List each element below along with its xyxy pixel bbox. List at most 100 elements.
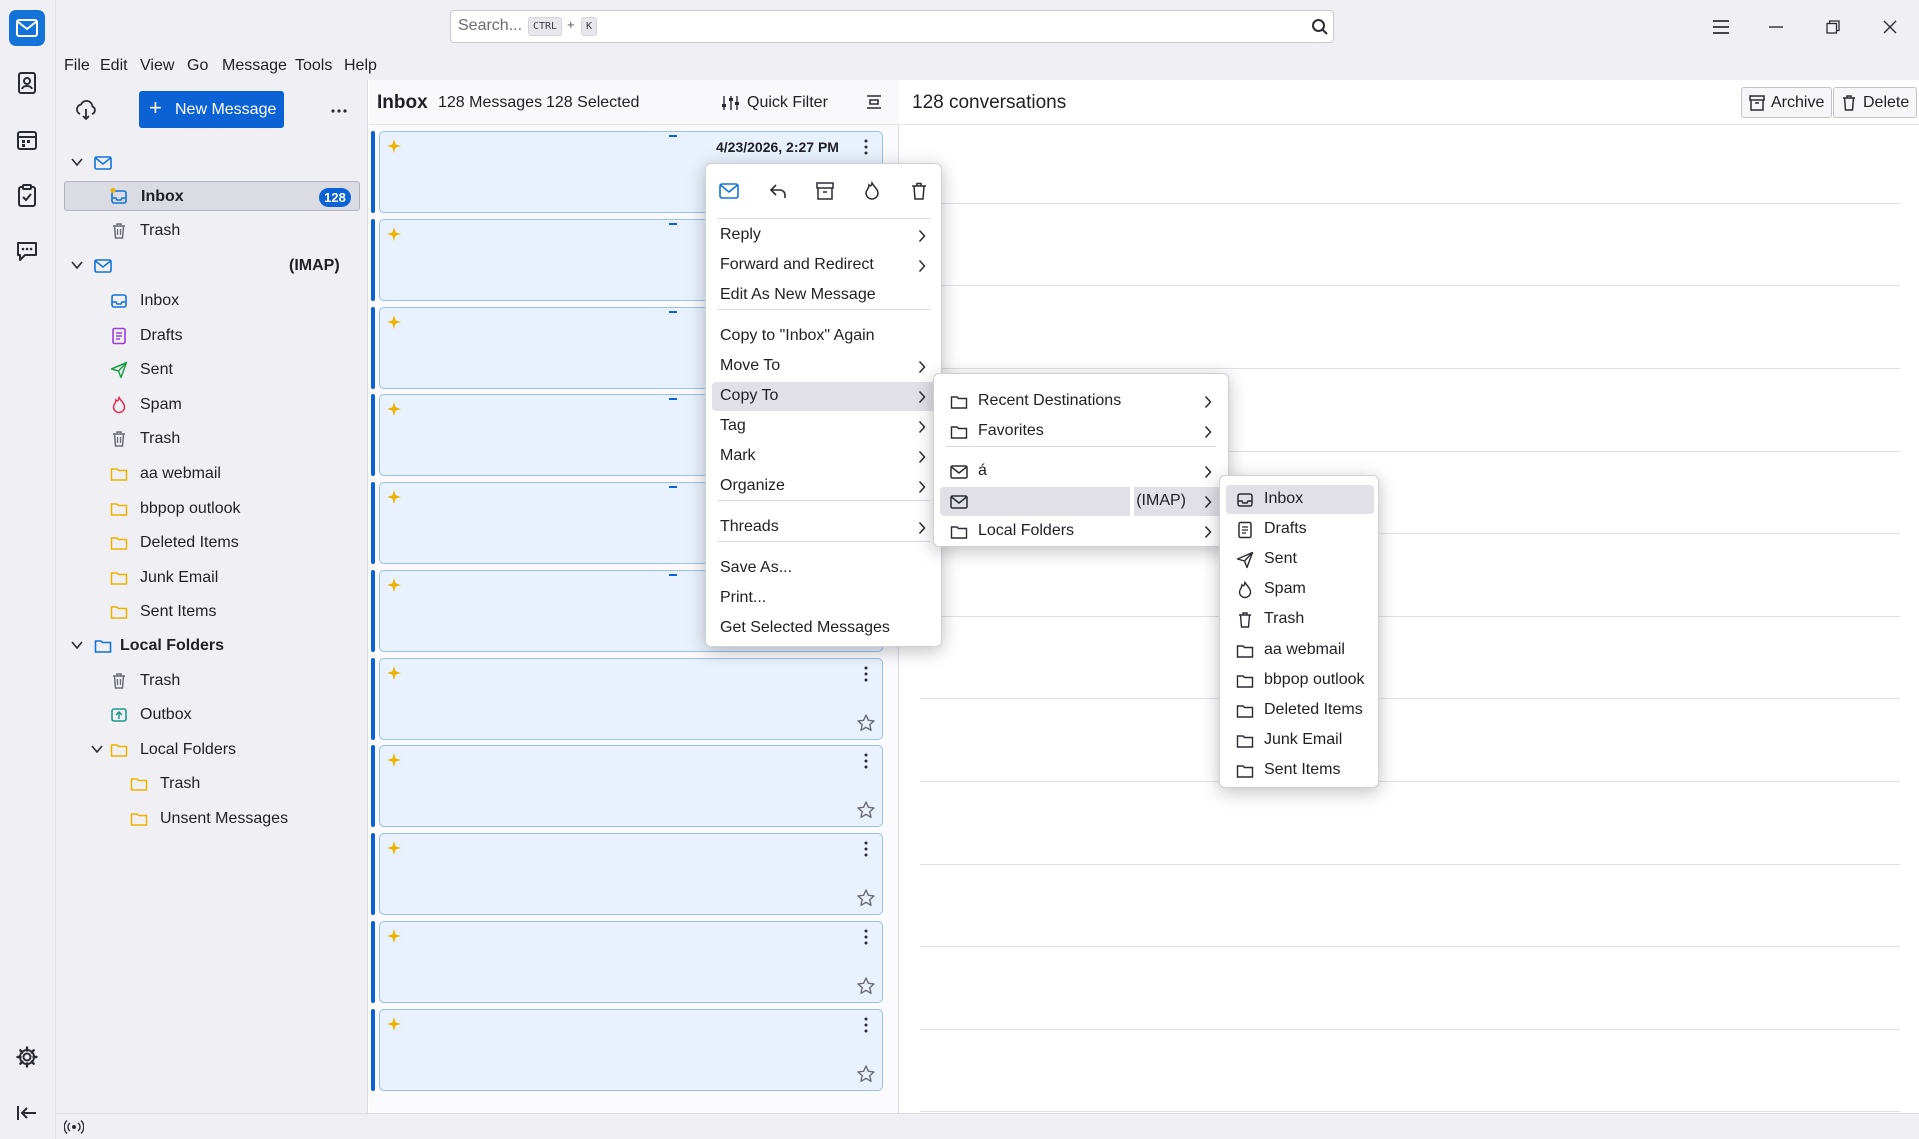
star-icon[interactable] xyxy=(856,976,876,996)
account-row-1[interactable] xyxy=(64,148,360,178)
folder-pane-more-button[interactable] xyxy=(328,100,350,120)
menu-edit[interactable]: Edit xyxy=(100,57,128,75)
menu-item-save-as[interactable]: Save As... xyxy=(712,554,936,583)
menu-item-copy-to[interactable]: Copy To xyxy=(712,382,936,411)
imap-folder-spam[interactable]: Spam xyxy=(1226,575,1374,604)
menu-item-threads[interactable]: Threads xyxy=(712,513,936,542)
menu-item-tag[interactable]: Tag xyxy=(712,412,936,441)
folder-outbox[interactable]: Outbox xyxy=(64,700,360,730)
message-card[interactable] xyxy=(379,745,883,827)
quick-filter-button[interactable]: Quick Filter xyxy=(721,90,849,116)
folder-inbox-selected[interactable]: Inbox 128 xyxy=(64,181,360,211)
folder-imap-spam[interactable]: Spam xyxy=(64,390,360,420)
menu-item-edit-as-new-message[interactable]: Edit As New Message xyxy=(712,281,936,310)
online-status-icon[interactable] xyxy=(64,1119,84,1135)
folder-trash[interactable]: Trash xyxy=(64,216,360,246)
minimize-button[interactable] xyxy=(1759,11,1793,43)
menu-item-move-to[interactable]: Move To xyxy=(712,352,936,381)
more-vertical-icon[interactable] xyxy=(864,139,868,155)
conversation-card-edge xyxy=(920,203,1900,204)
more-vertical-icon[interactable] xyxy=(864,753,868,769)
address-book-button[interactable] xyxy=(10,66,44,100)
copy-to-recent-destinations[interactable]: Recent Destinations xyxy=(940,387,1222,416)
menu-help[interactable]: Help xyxy=(344,57,377,75)
message-card[interactable] xyxy=(379,1009,883,1091)
folder-imap-drafts[interactable]: Drafts xyxy=(64,321,360,351)
collapse-toolbar-button[interactable] xyxy=(10,1096,44,1130)
folder-label: Trash xyxy=(140,672,181,689)
menu-item-print[interactable]: Print... xyxy=(712,584,936,613)
reply-icon[interactable] xyxy=(768,181,788,201)
star-icon[interactable] xyxy=(856,1064,876,1084)
archive-icon[interactable] xyxy=(815,181,835,201)
folder-junk-email[interactable]: Junk Email xyxy=(64,563,360,593)
message-card[interactable] xyxy=(379,921,883,1003)
folder-bbpop-outlook[interactable]: bbpop outlook xyxy=(64,494,360,524)
search-input[interactable]: Search... CTRL + K xyxy=(450,10,1334,43)
menu-go[interactable]: Go xyxy=(187,57,208,75)
copy-to-account[interactable]: á xyxy=(940,457,1222,486)
menu-item-copy-to-inbox-again[interactable]: Copy to "Inbox" Again xyxy=(712,322,936,351)
message-card[interactable] xyxy=(379,658,883,740)
list-display-options-button[interactable] xyxy=(865,93,885,113)
mark-read-icon[interactable] xyxy=(718,181,740,201)
new-message-button[interactable]: + New Message xyxy=(139,91,284,128)
menu-view[interactable]: View xyxy=(140,57,174,75)
imap-folder-sent-items[interactable]: Sent Items xyxy=(1226,756,1374,785)
imap-folder-drafts[interactable]: Drafts xyxy=(1226,515,1374,544)
message-card[interactable] xyxy=(379,833,883,915)
imap-folder-deleted-items[interactable]: Deleted Items xyxy=(1226,696,1374,725)
imap-folder-junk-email[interactable]: Junk Email xyxy=(1226,726,1374,755)
get-messages-button[interactable] xyxy=(74,99,98,123)
mail-space-button[interactable] xyxy=(9,10,45,46)
folder-imap-inbox[interactable]: Inbox xyxy=(64,286,360,316)
menu-item-mark[interactable]: Mark xyxy=(712,442,936,471)
settings-button[interactable] xyxy=(10,1040,44,1074)
imap-folder-trash[interactable]: Trash xyxy=(1226,605,1374,634)
inbox-icon xyxy=(110,188,127,204)
copy-to-imap[interactable]: (IMAP) xyxy=(940,487,1222,516)
imap-folder-sent[interactable]: Sent xyxy=(1226,545,1374,574)
more-vertical-icon[interactable] xyxy=(864,666,868,682)
account-row-imap[interactable]: (IMAP) xyxy=(64,251,360,281)
more-vertical-icon[interactable] xyxy=(864,929,868,945)
folder-imap-trash[interactable]: Trash xyxy=(64,424,360,454)
menu-item-forward-and-redirect[interactable]: Forward and Redirect xyxy=(712,251,936,280)
app-menu-button[interactable] xyxy=(1704,11,1738,43)
imap-folder-inbox[interactable]: Inbox xyxy=(1226,485,1374,514)
close-window-button[interactable] xyxy=(1873,11,1907,43)
imap-folder-bbpop-outlook[interactable]: bbpop outlook xyxy=(1226,666,1374,695)
restore-button[interactable] xyxy=(1816,11,1850,43)
copy-to-local-folders[interactable]: Local Folders xyxy=(940,517,1222,546)
folder-unsent-messages[interactable]: Unsent Messages xyxy=(64,804,360,834)
folder-imap-sent[interactable]: Sent xyxy=(64,355,360,385)
calendar-button[interactable] xyxy=(10,123,44,157)
folder-aa-webmail[interactable]: aa webmail xyxy=(64,459,360,489)
folder-local-trash[interactable]: Trash xyxy=(64,666,360,696)
star-icon[interactable] xyxy=(856,713,876,733)
menu-item-get-selected-messages[interactable]: Get Selected Messages xyxy=(712,614,936,643)
star-icon[interactable] xyxy=(856,888,876,908)
menu-message[interactable]: Message xyxy=(222,57,287,75)
menu-tools[interactable]: Tools xyxy=(295,57,332,75)
archive-button[interactable]: Archive xyxy=(1741,87,1833,118)
chat-button[interactable] xyxy=(10,234,44,268)
menu-item-label: Mark xyxy=(720,447,756,464)
menu-item-organize[interactable]: Organize xyxy=(712,472,936,501)
more-vertical-icon[interactable] xyxy=(864,1017,868,1033)
folder-local-sub-trash[interactable]: Trash xyxy=(64,769,360,799)
star-icon[interactable] xyxy=(856,800,876,820)
menu-file[interactable]: File xyxy=(64,57,90,75)
trash-icon[interactable] xyxy=(909,181,929,201)
folder-sent-items[interactable]: Sent Items xyxy=(64,597,360,627)
junk-icon[interactable] xyxy=(862,181,882,201)
account-row-local-folders[interactable]: Local Folders xyxy=(64,631,360,661)
tasks-button[interactable] xyxy=(10,179,44,213)
menu-item-reply[interactable]: Reply xyxy=(712,221,936,250)
more-vertical-icon[interactable] xyxy=(864,841,868,857)
folder-deleted-items[interactable]: Deleted Items xyxy=(64,528,360,558)
delete-button[interactable]: Delete xyxy=(1833,87,1918,118)
folder-local-folders-sub[interactable]: Local Folders xyxy=(64,735,360,765)
imap-folder-aa-webmail[interactable]: aa webmail xyxy=(1226,636,1374,665)
copy-to-favorites[interactable]: Favorites xyxy=(940,417,1222,446)
